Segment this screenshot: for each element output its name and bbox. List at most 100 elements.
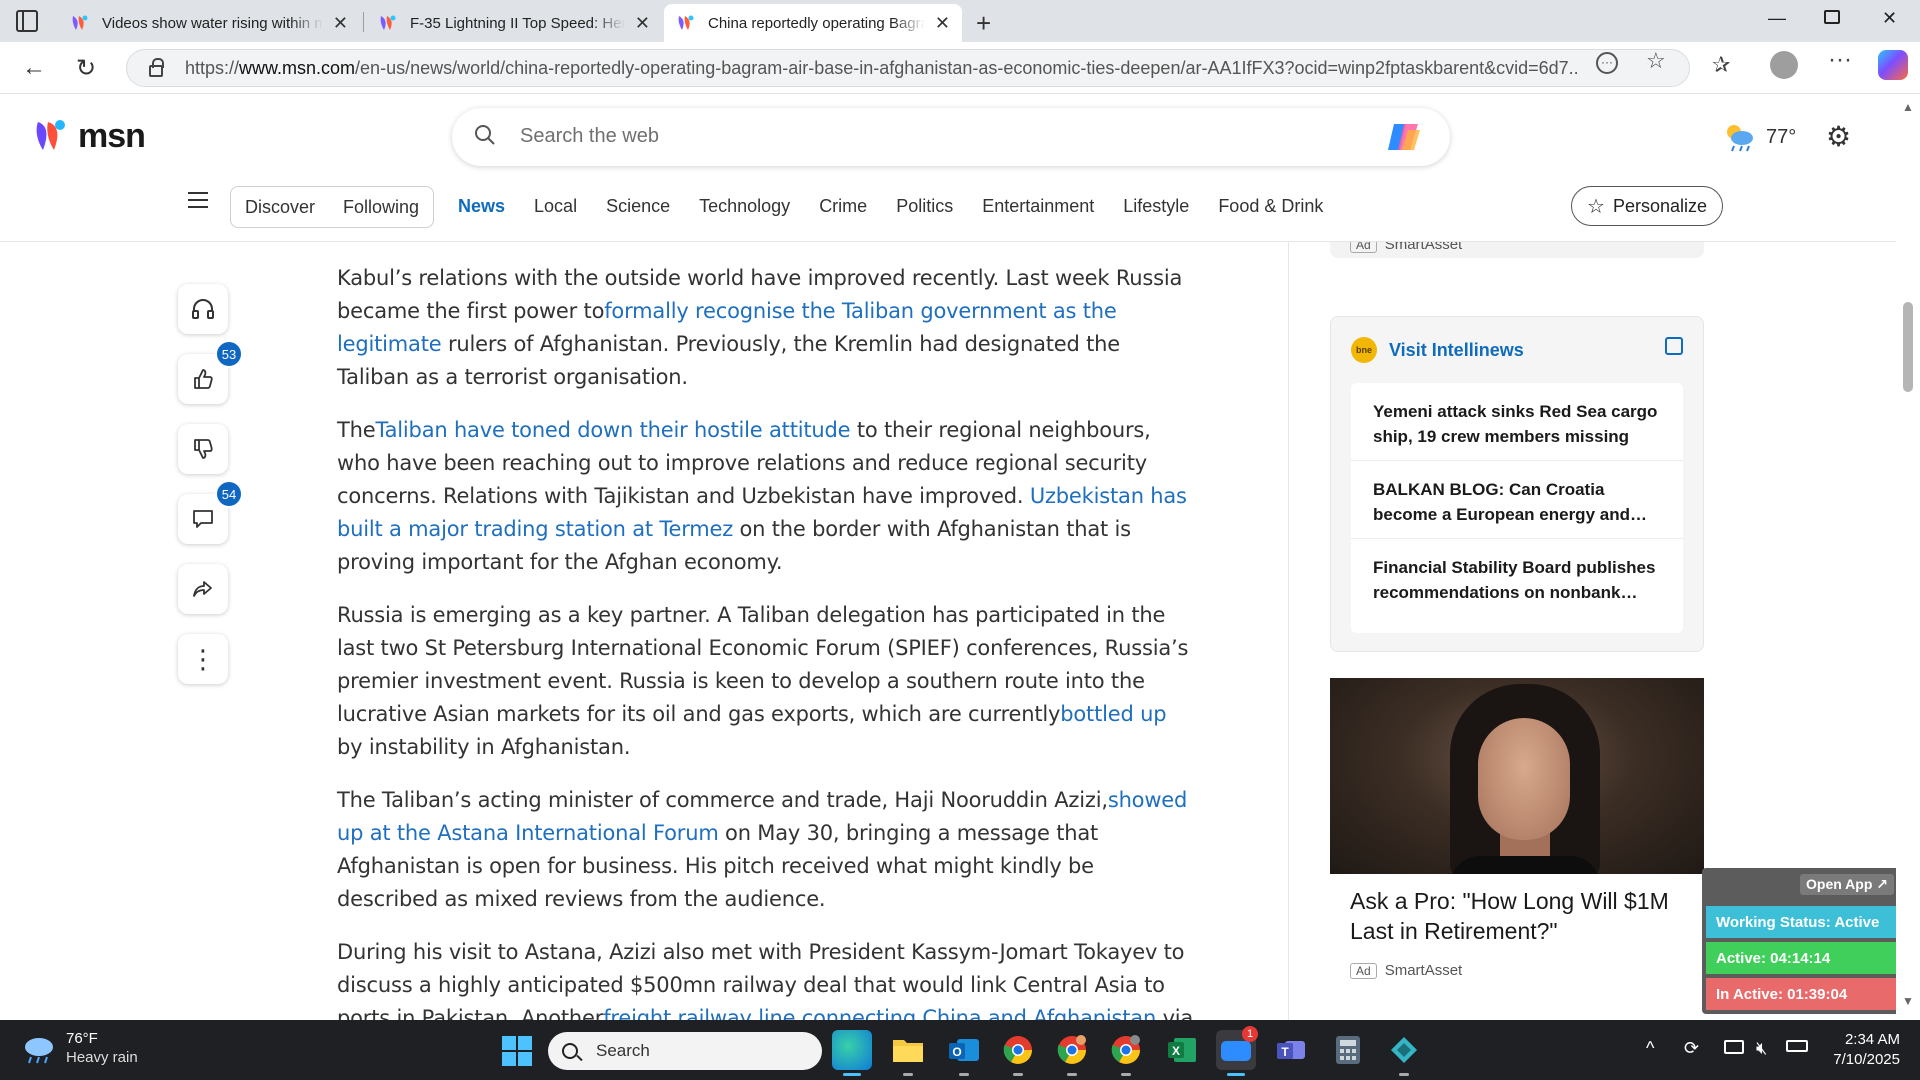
excel-icon[interactable]: X (1162, 1030, 1202, 1070)
ad-source-name: SmartAsset (1384, 242, 1463, 253)
open-app-button[interactable]: Open App ↗ (1800, 874, 1894, 895)
link-bottled-up[interactable]: bottled up (1060, 702, 1166, 726)
chrome-profile-icon[interactable] (1052, 1030, 1092, 1076)
volume-muted-icon[interactable]: 🔇︎ (1756, 1038, 1767, 1059)
msn-header: msn Search the web 77° ⚙ Discover Follow… (0, 94, 1920, 242)
copilot-search-icon[interactable] (1386, 120, 1422, 154)
more-options-icon[interactable]: ··· (1828, 46, 1852, 74)
restore-icon[interactable] (1824, 10, 1840, 24)
close-tab-icon[interactable]: ✕ (935, 13, 950, 34)
url-text[interactable]: https://www.msn.com/en-us/news/world/chi… (185, 58, 1580, 79)
lock-icon[interactable] (149, 58, 164, 77)
outlook-icon[interactable]: O (944, 1030, 984, 1076)
edge-icon[interactable] (832, 1030, 872, 1076)
ad-source: Ad SmartAsset (1350, 242, 1462, 253)
following-tab[interactable]: Following (343, 197, 419, 218)
new-tab-icon[interactable]: + (976, 8, 991, 39)
nav-entertainment[interactable]: Entertainment (982, 196, 1094, 217)
page-scrollbar[interactable]: ▲ ▼ (1896, 94, 1920, 1020)
tab-strip: Videos show water rising within m ✕ F-35… (0, 0, 1920, 42)
nav-lifestyle[interactable]: Lifestyle (1123, 196, 1189, 217)
calculator-icon[interactable] (1328, 1030, 1368, 1070)
top-ad-card[interactable]: Ad SmartAsset (1330, 242, 1704, 258)
taskbar-search-label: Search (596, 1041, 650, 1060)
taskbar-clock[interactable]: 2:34 AM 7/10/2025 (1824, 1030, 1900, 1070)
chrome-alt-icon[interactable] (1106, 1030, 1146, 1076)
working-status: Working Status: Active (1706, 906, 1898, 938)
promo-ad-card[interactable]: Ask a Pro: "How Long Will $1M Last in Re… (1330, 678, 1704, 998)
article-body: Kabul’s relations with the outside world… (337, 242, 1197, 1020)
personalize-button[interactable]: ☆ Personalize (1571, 186, 1723, 226)
search-placeholder: Search the web (520, 125, 659, 147)
tab-f35[interactable]: F-35 Lightning II Top Speed: Here ✕ (366, 4, 662, 42)
share-button[interactable] (178, 564, 228, 614)
address-bar[interactable]: https://www.msn.com/en-us/news/world/chi… (126, 49, 1690, 87)
taskbar-search[interactable]: Search (548, 1032, 822, 1070)
teams-icon[interactable]: T (1272, 1030, 1312, 1070)
taskbar-weather[interactable]: 76°F Heavy rain (22, 1030, 138, 1068)
windows-start-icon[interactable] (502, 1036, 532, 1066)
nav-food-drink[interactable]: Food & Drink (1218, 196, 1323, 217)
msn-logo[interactable]: msn (34, 116, 146, 156)
weather-widget[interactable]: 77° (1722, 122, 1796, 152)
copilot-icon[interactable] (1878, 50, 1908, 80)
intellinews-header[interactable]: bne Visit Intellinews (1351, 337, 1524, 363)
paragraph: TheTaliban have toned down their hostile… (337, 418, 1187, 574)
web-search-box[interactable]: Search the web (452, 108, 1450, 166)
favorites-icon[interactable]: ✰ (1712, 52, 1730, 78)
active-time: Active: 04:14:14 (1706, 942, 1898, 974)
favorite-star-icon[interactable]: ☆ (1646, 48, 1666, 74)
discover-tab[interactable]: Discover (245, 197, 315, 218)
battery-icon[interactable] (1786, 1040, 1808, 1052)
dislike-button[interactable] (178, 424, 228, 474)
tab-actions-icon[interactable] (16, 10, 38, 32)
tab-separator (363, 12, 364, 32)
bne-logo-icon: bne (1351, 337, 1377, 363)
paragraph: Kabul’s relations with the outside world… (337, 266, 1183, 389)
close-window-icon[interactable]: ✕ (1882, 8, 1897, 29)
intellinews-card: bne Visit Intellinews Yemeni attack sink… (1330, 316, 1704, 652)
nav-technology[interactable]: Technology (699, 196, 790, 217)
chrome-icon[interactable] (998, 1030, 1038, 1076)
settings-gear-icon[interactable]: ⚙ (1826, 120, 1851, 153)
list-item[interactable]: Financial Stability Board publishes reco… (1351, 539, 1683, 617)
tab-videos[interactable]: Videos show water rising within m ✕ (58, 4, 360, 42)
minimize-icon[interactable]: — (1768, 8, 1786, 29)
zoom-notification-badge: 1 (1242, 1026, 1258, 1042)
sync-icon[interactable]: ⟳ (1684, 1038, 1699, 1059)
more-actions-button[interactable]: ⋮ (178, 634, 228, 684)
svg-text:O: O (952, 1045, 961, 1059)
close-tab-icon[interactable]: ✕ (333, 13, 348, 34)
vpn-icon[interactable] (1384, 1030, 1424, 1076)
back-icon[interactable]: ← (22, 54, 46, 82)
link-freight-railway[interactable]: freight railway line connecting China an… (603, 1006, 1156, 1020)
scrollbar-thumb[interactable] (1903, 302, 1913, 392)
link-taliban-attitude[interactable]: Taliban have toned down their hostile at… (375, 418, 850, 442)
ad-source-name: SmartAsset (1384, 962, 1463, 979)
nav-local[interactable]: Local (534, 196, 577, 217)
close-tab-icon[interactable]: ✕ (635, 13, 650, 34)
refresh-icon[interactable]: ↻ (76, 54, 96, 83)
network-icon[interactable] (1724, 1040, 1744, 1054)
nav-science[interactable]: Science (606, 196, 670, 217)
nav-crime[interactable]: Crime (819, 196, 867, 217)
tab-china-bagram[interactable]: China reportedly operating Bagra ✕ (664, 4, 962, 42)
thumbs-down-icon (194, 439, 213, 459)
file-explorer-icon[interactable] (888, 1030, 928, 1076)
clock-date: 7/10/2025 (1833, 1051, 1900, 1068)
scroll-up-icon[interactable]: ▲ (1902, 100, 1914, 114)
listen-button[interactable] (178, 284, 228, 334)
list-item[interactable]: Yemeni attack sinks Red Sea cargo ship, … (1351, 383, 1683, 461)
read-aloud-icon[interactable]: ··· (1596, 52, 1618, 74)
scroll-down-icon[interactable]: ▼ (1902, 994, 1914, 1008)
nav-news[interactable]: News (458, 196, 505, 217)
show-hidden-icons[interactable]: ^ (1646, 1038, 1654, 1059)
list-item[interactable]: BALKAN BLOG: Can Croatia become a Europe… (1351, 461, 1683, 539)
nav-politics[interactable]: Politics (896, 196, 953, 217)
profile-avatar[interactable] (1770, 51, 1798, 79)
external-link-icon[interactable] (1665, 337, 1683, 355)
menu-icon[interactable] (188, 192, 208, 213)
thumbs-up-icon (194, 369, 213, 389)
personalize-label: Personalize (1612, 195, 1707, 216)
zoom-icon[interactable]: 1 (1216, 1026, 1258, 1076)
